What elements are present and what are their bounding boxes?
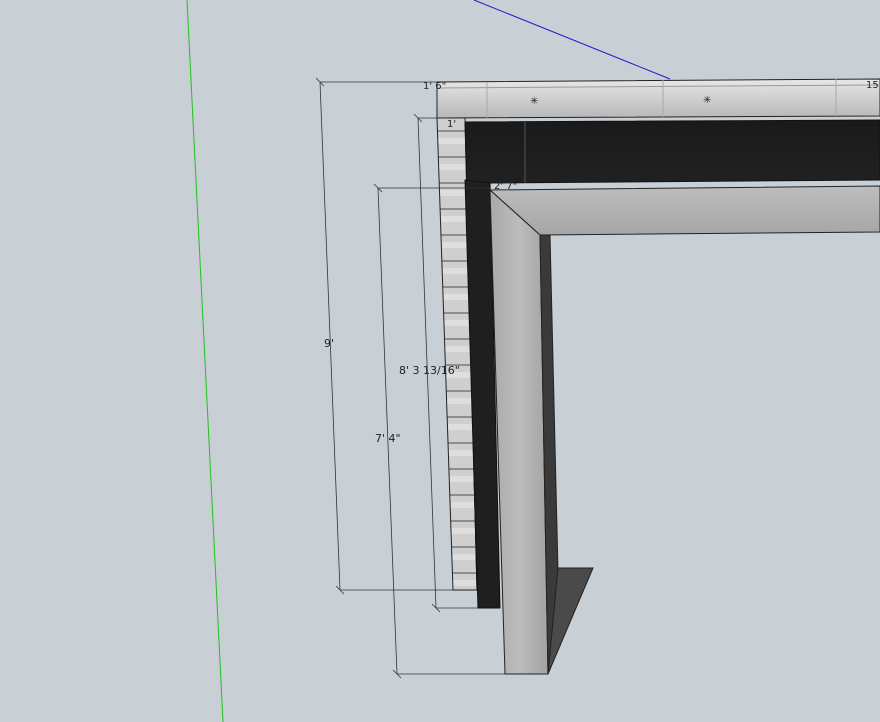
inner-height-label[interactable]: 8' 3 13/16" [399, 364, 460, 377]
overall-height-label[interactable]: 9' [324, 337, 334, 350]
right-edge-label[interactable]: 15 [866, 80, 879, 91]
header-offset-label[interactable]: 1' [447, 119, 456, 130]
model-canvas[interactable]: ✳ ✳ 9' 8' 3 13/16" 7' 4" 1' 6" 1' 2' 7" … [0, 0, 880, 722]
green-axis-line [186, 0, 224, 722]
door-frame-top[interactable] [488, 185, 880, 236]
wood-knot: ✳ [703, 95, 711, 106]
blue-axis-line [473, 0, 671, 80]
top-depth-label[interactable]: 1' 6" [423, 81, 446, 92]
wood-knot: ✳ [530, 96, 538, 107]
door-height-label[interactable]: 7' 4" [375, 432, 401, 445]
sketchup-viewport[interactable]: ✳ ✳ 9' 8' 3 13/16" 7' 4" 1' 6" 1' 2' 7" … [0, 0, 880, 722]
gap-label[interactable]: 2' 7" [494, 181, 517, 192]
top-header-board[interactable] [436, 78, 880, 119]
